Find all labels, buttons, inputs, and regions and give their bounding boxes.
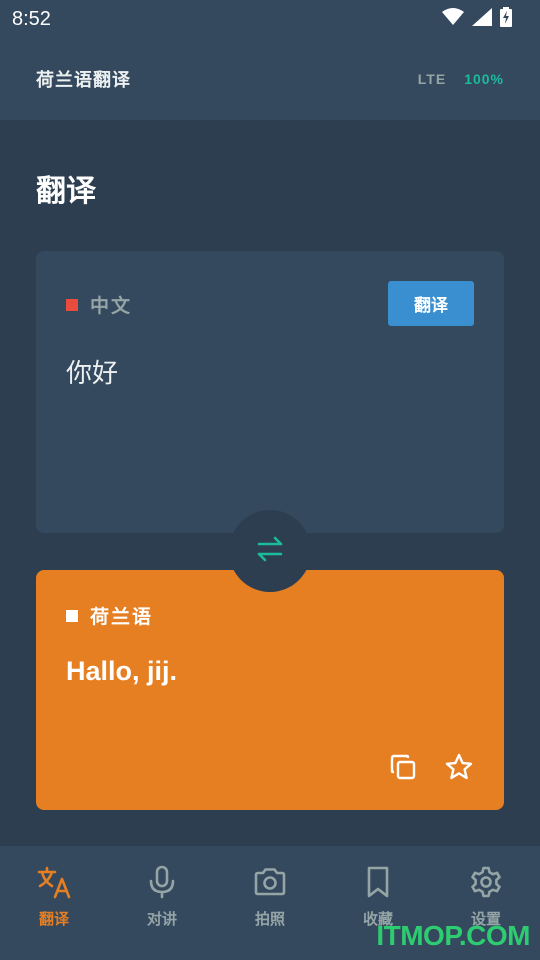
copy-icon[interactable] bbox=[388, 752, 418, 782]
translate-icon bbox=[36, 864, 72, 900]
nav-item-camera[interactable]: 拍照 bbox=[216, 864, 324, 960]
status-icons bbox=[442, 7, 512, 31]
battery-percent: 100% bbox=[464, 71, 504, 87]
wifi-icon bbox=[442, 8, 464, 30]
app-header: 荷兰语翻译 LTE 100% bbox=[0, 38, 540, 120]
target-language-selector[interactable]: 荷兰语 bbox=[66, 602, 153, 629]
swap-languages-button[interactable] bbox=[229, 510, 311, 592]
bookmark-icon bbox=[360, 864, 396, 900]
swap-arrows-icon bbox=[255, 534, 285, 568]
target-language-indicator bbox=[66, 609, 78, 622]
target-language-label: 荷兰语 bbox=[90, 606, 154, 628]
star-icon[interactable] bbox=[444, 752, 474, 782]
status-bar: 8:52 bbox=[0, 0, 540, 38]
source-language-label: 中文 bbox=[90, 295, 133, 317]
source-language-indicator bbox=[66, 298, 78, 311]
source-text-input[interactable]: 你好 bbox=[66, 353, 118, 390]
translation-result: Hallo, jij. bbox=[66, 656, 178, 686]
nav-item-intercom[interactable]: 对讲 bbox=[108, 864, 216, 960]
status-time: 8:52 bbox=[12, 7, 51, 30]
header-status: LTE 100% bbox=[418, 71, 504, 87]
page-title: 翻译 bbox=[36, 174, 96, 209]
result-actions bbox=[388, 752, 474, 782]
app-title: 荷兰语翻译 bbox=[36, 70, 131, 91]
network-label: LTE bbox=[417, 71, 447, 87]
battery-icon bbox=[500, 7, 512, 31]
target-card: 荷兰语 Hallo, jij. bbox=[36, 570, 504, 810]
nav-label-intercom: 对讲 bbox=[146, 910, 177, 928]
signal-icon bbox=[472, 8, 492, 30]
nav-label-camera: 拍照 bbox=[254, 910, 285, 928]
nav-item-translate[interactable]: 翻译 bbox=[0, 864, 108, 960]
gear-icon bbox=[468, 864, 504, 900]
microphone-icon bbox=[144, 864, 180, 900]
camera-icon bbox=[252, 864, 288, 900]
nav-label-translate: 翻译 bbox=[38, 910, 69, 928]
watermark: ITMOP.COM bbox=[376, 920, 530, 951]
source-card: 中文 翻译 你好 bbox=[36, 251, 504, 533]
source-language-selector[interactable]: 中文 bbox=[66, 291, 132, 318]
translate-button[interactable]: 翻译 bbox=[388, 281, 474, 326]
